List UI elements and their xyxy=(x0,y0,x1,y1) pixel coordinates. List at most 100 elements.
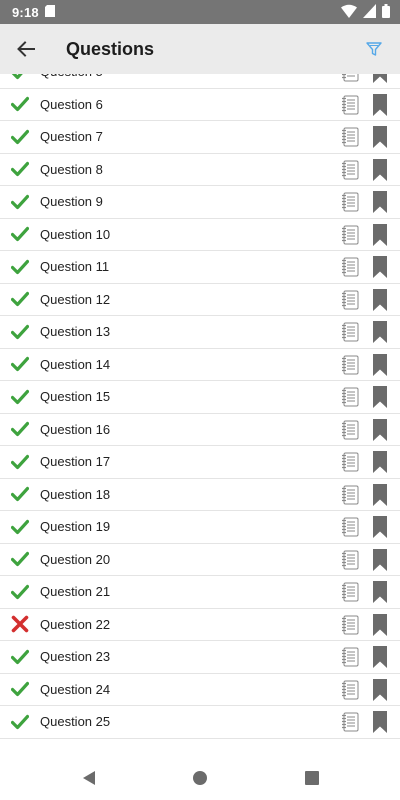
bookmark-icon[interactable] xyxy=(372,288,388,311)
question-label: Question 15 xyxy=(40,389,111,405)
nav-home-button[interactable] xyxy=(190,768,210,788)
bookmark-icon[interactable] xyxy=(372,711,388,733)
notebook-icon[interactable] xyxy=(341,160,359,180)
check-icon xyxy=(11,584,29,599)
correct-status xyxy=(10,74,30,82)
list-item[interactable]: Question 23 xyxy=(0,641,400,674)
question-label: Question 21 xyxy=(40,584,111,600)
notebook-icon[interactable] xyxy=(341,680,359,700)
list-item[interactable]: Question 10 xyxy=(0,219,400,251)
check-icon xyxy=(11,194,29,209)
status-bar: 9:18 xyxy=(0,0,400,24)
correct-status xyxy=(10,679,30,699)
bookmark-icon[interactable] xyxy=(372,321,388,343)
notebook-icon[interactable] xyxy=(341,517,359,537)
wrong-status xyxy=(10,614,30,634)
notebook-icon[interactable] xyxy=(341,615,359,635)
list-item[interactable]: Question 5 xyxy=(0,74,400,89)
bookmark-icon[interactable] xyxy=(372,386,388,408)
back-button[interactable] xyxy=(0,24,52,74)
bookmark-icon[interactable] xyxy=(372,223,388,246)
notebook-icon[interactable] xyxy=(341,290,359,310)
bookmark-icon[interactable] xyxy=(372,191,388,213)
question-label: Question 6 xyxy=(40,96,103,112)
nav-back-button[interactable] xyxy=(79,768,99,788)
list-item[interactable]: Question 19 xyxy=(0,511,400,544)
notebook-icon[interactable] xyxy=(341,355,359,375)
list-item[interactable]: Question 15 xyxy=(0,381,400,414)
notebook-icon[interactable] xyxy=(341,647,359,667)
notebook-icon[interactable] xyxy=(341,95,359,115)
bookmark-icon[interactable] xyxy=(372,126,388,148)
list-item[interactable]: Question 9 xyxy=(0,186,400,219)
question-label: Question 25 xyxy=(40,714,111,730)
bookmark-icon[interactable] xyxy=(372,451,388,473)
notebook-icon[interactable] xyxy=(341,225,359,245)
question-label: Question 9 xyxy=(40,194,103,210)
cross-icon xyxy=(11,615,29,633)
list-item[interactable]: Question 17 xyxy=(0,446,400,479)
bookmark-icon[interactable] xyxy=(372,93,388,116)
notebook-icon[interactable] xyxy=(341,452,359,472)
bookmark-icon[interactable] xyxy=(372,256,388,278)
check-icon xyxy=(11,682,29,697)
list-item[interactable]: Question 25 xyxy=(0,706,400,739)
list-item[interactable]: Question 6 xyxy=(0,89,400,121)
question-label: Question 24 xyxy=(40,681,111,697)
notebook-icon[interactable] xyxy=(341,485,359,505)
notebook-icon[interactable] xyxy=(341,387,359,407)
check-icon xyxy=(11,357,29,372)
notebook-icon[interactable] xyxy=(341,582,359,602)
notebook-icon[interactable] xyxy=(341,127,359,147)
notebook-icon[interactable] xyxy=(341,257,359,277)
correct-status xyxy=(10,712,30,732)
correct-status xyxy=(10,192,30,212)
notebook-icon[interactable] xyxy=(341,420,359,440)
check-icon xyxy=(11,324,29,339)
bookmark-icon[interactable] xyxy=(372,158,388,181)
notebook-icon[interactable] xyxy=(341,192,359,212)
bookmark-icon[interactable] xyxy=(372,483,388,506)
list-item[interactable]: Question 22 xyxy=(0,609,400,641)
notebook-icon[interactable] xyxy=(341,712,359,732)
check-icon xyxy=(11,519,29,534)
notebook-icon[interactable] xyxy=(341,74,359,82)
question-label: Question 23 xyxy=(40,649,111,665)
bookmark-icon[interactable] xyxy=(372,678,388,701)
question-label: Question 7 xyxy=(40,129,103,145)
list-item[interactable]: Question 21 xyxy=(0,576,400,609)
question-label: Question 14 xyxy=(40,356,111,372)
question-list[interactable]: Question 5 Question 6 Question 7 Question 8… xyxy=(0,74,400,756)
list-item[interactable]: Question 20 xyxy=(0,544,400,576)
list-item[interactable]: Question 8 xyxy=(0,154,400,186)
correct-status xyxy=(10,159,30,179)
correct-status xyxy=(10,549,30,569)
correct-status xyxy=(10,224,30,244)
filter-button[interactable] xyxy=(362,37,386,61)
list-item[interactable]: Question 14 xyxy=(0,349,400,381)
bookmark-icon[interactable] xyxy=(372,581,388,603)
list-item[interactable]: Question 12 xyxy=(0,284,400,316)
list-item[interactable]: Question 16 xyxy=(0,414,400,446)
list-item[interactable]: Question 11 xyxy=(0,251,400,284)
bookmark-icon[interactable] xyxy=(372,613,388,636)
bookmark-icon[interactable] xyxy=(372,516,388,538)
notebook-icon[interactable] xyxy=(341,550,359,570)
list-item[interactable]: Question 7 xyxy=(0,121,400,154)
status-icons xyxy=(341,4,390,21)
bookmark-icon[interactable] xyxy=(372,418,388,441)
bookmark-icon[interactable] xyxy=(372,548,388,571)
check-icon xyxy=(11,162,29,177)
list-item[interactable]: Question 18 xyxy=(0,479,400,511)
nav-recents-button[interactable] xyxy=(302,768,322,788)
bookmark-icon[interactable] xyxy=(372,74,388,83)
list-item[interactable]: Question 24 xyxy=(0,674,400,706)
bookmark-icon[interactable] xyxy=(372,353,388,376)
page-title: Questions xyxy=(66,38,155,59)
question-label: Question 18 xyxy=(40,486,111,502)
notebook-icon[interactable] xyxy=(341,322,359,342)
correct-status xyxy=(10,647,30,667)
bookmark-icon[interactable] xyxy=(372,646,388,668)
list-item[interactable]: Question 13 xyxy=(0,316,400,349)
check-icon xyxy=(11,74,23,79)
